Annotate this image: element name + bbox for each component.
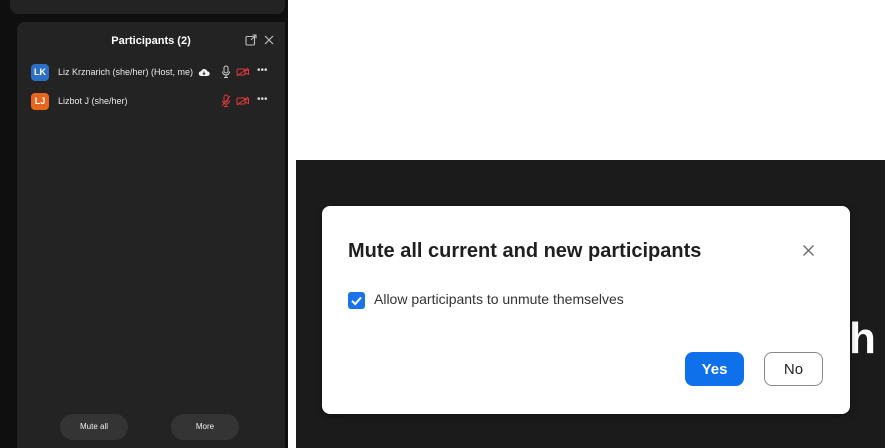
video-off-icon[interactable]	[236, 67, 250, 77]
more-button[interactable]: More	[171, 414, 239, 440]
participants-panel: Participants (2) LK Liz Krznarich (she/h…	[17, 22, 285, 448]
dialog-title: Mute all current and new participants	[348, 240, 702, 262]
participant-name: Liz Krznarich (she/her) (Host, me)	[58, 67, 194, 77]
popout-icon[interactable]	[245, 34, 257, 46]
yes-button[interactable]: Yes	[685, 352, 744, 386]
mic-icon[interactable]	[221, 65, 231, 79]
participant-row[interactable]: LJ Lizbot J (she/her) •••	[17, 91, 285, 113]
previous-panel-edge	[10, 0, 285, 14]
mic-muted-icon[interactable]	[221, 94, 231, 108]
avatar: LJ	[31, 93, 49, 110]
no-button[interactable]: No	[764, 352, 823, 386]
participant-row[interactable]: LK Liz Krznarich (she/her) (Host, me) ••…	[17, 62, 285, 84]
close-panel-icon[interactable]	[263, 34, 275, 46]
participant-name: Lizbot J (she/her)	[58, 96, 128, 106]
checkbox-label: Allow participants to unmute themselves	[374, 291, 624, 307]
avatar: LK	[31, 64, 49, 81]
allow-unmute-checkbox[interactable]	[348, 292, 365, 309]
more-icon[interactable]: •••	[257, 94, 271, 106]
more-icon[interactable]: •••	[257, 65, 271, 77]
participants-area: Participants (2) LK Liz Krznarich (she/h…	[0, 0, 288, 448]
mute-all-button[interactable]: Mute all	[60, 414, 128, 440]
cloud-icon	[198, 69, 210, 76]
video-off-icon[interactable]	[236, 96, 250, 106]
close-icon[interactable]	[802, 244, 815, 257]
background-text: h	[849, 314, 876, 363]
mute-all-dialog: Mute all current and new participants Al…	[322, 206, 850, 414]
checkmark-icon	[351, 296, 362, 306]
